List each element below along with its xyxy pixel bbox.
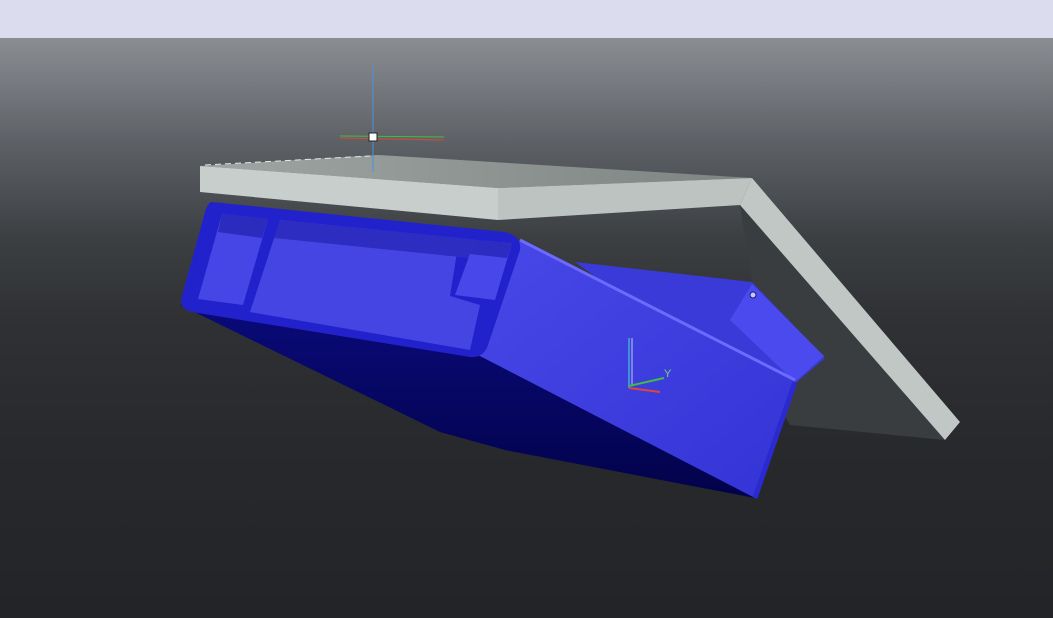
3d-viewport[interactable]: Y [0,38,1053,618]
crosshair-horizontal-line-green [339,135,445,138]
profile-far-hole [749,291,757,299]
title-bar [0,0,1053,38]
y-axis-label: Y [664,368,672,380]
extrusion-profile[interactable] [180,202,825,499]
scene-canvas[interactable]: Y [0,38,1053,618]
crosshair-horizontal-line-red [339,137,445,141]
crosshair-box [368,132,378,142]
